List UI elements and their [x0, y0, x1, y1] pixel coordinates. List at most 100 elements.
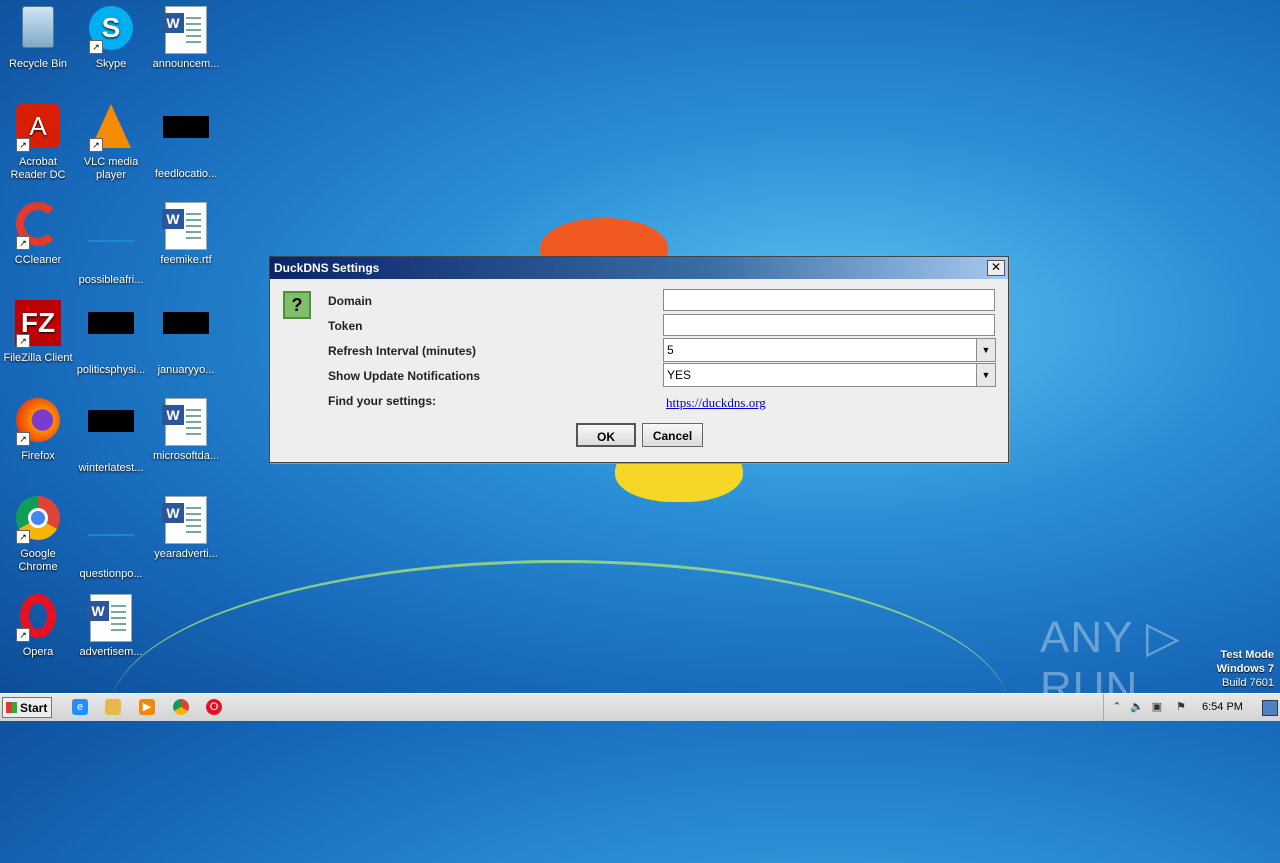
cancel-button[interactable]: Cancel	[642, 423, 703, 447]
icon-label: feemike.rtf	[160, 254, 212, 266]
taskbar: Start e ▶ O ⌃ 🔈 ▣ ⚑ 6:54 PM	[0, 693, 1280, 721]
windows-flag-icon	[6, 702, 17, 713]
system-tray: ⌃ 🔈 ▣ ⚑ 6:54 PM	[1103, 694, 1280, 721]
desktop-icon-recycle-bin[interactable]: Recycle Bin	[0, 6, 76, 71]
domain-label: Domain	[328, 294, 373, 308]
word-document-icon: W	[162, 6, 210, 54]
icon-label: politicsphysi...	[76, 364, 146, 376]
file-icon	[87, 410, 135, 458]
file-icon	[162, 116, 210, 164]
refresh-interval-value: 5	[667, 343, 674, 357]
desktop-icon-advertisem[interactable]: W advertisem...	[73, 594, 149, 659]
dialog-titlebar[interactable]: DuckDNS Settings ✕	[270, 257, 1008, 279]
build-line: Build 7601	[1222, 677, 1274, 689]
icon-label: Recycle Bin	[8, 58, 68, 70]
icon-label: winterlatest...	[78, 462, 144, 474]
desktop-icon-chrome[interactable]: ↗ Google Chrome	[0, 496, 76, 574]
desktop-icon-skype[interactable]: S ↗ Skype	[73, 6, 149, 71]
opera-icon: ↗	[14, 594, 62, 642]
icon-label: FileZilla Client	[3, 352, 73, 364]
find-settings-label: Find your settings:	[328, 394, 436, 408]
start-button[interactable]: Start	[2, 697, 52, 718]
icon-label: possibleafri...	[78, 274, 144, 286]
clock[interactable]: 6:54 PM	[1202, 701, 1243, 713]
refresh-interval-label: Refresh Interval (minutes)	[328, 344, 477, 358]
desktop-icon-ccleaner[interactable]: ↗ CCleaner	[0, 202, 76, 267]
icon-label: januaryyo...	[157, 364, 215, 376]
show-desktop-icon[interactable]	[1262, 700, 1278, 716]
refresh-interval-select[interactable]: 5 ▼	[663, 338, 996, 362]
desktop-icon-questionpo[interactable]: questionpo...	[73, 496, 149, 581]
desktop-icon-microsoftda[interactable]: W microsoftda...	[148, 398, 224, 463]
word-document-icon: W	[162, 398, 210, 446]
icon-label: advertisem...	[79, 646, 143, 658]
media-player-icon[interactable]: ▶	[139, 699, 155, 715]
internet-explorer-icon[interactable]: e	[72, 699, 88, 715]
firefox-icon: ↗	[14, 398, 62, 446]
desktop-icon-possibleafri[interactable]: possibleafri...	[73, 202, 149, 287]
file-icon	[87, 222, 135, 270]
icon-label: CCleaner	[14, 254, 62, 266]
close-button[interactable]: ✕	[987, 260, 1005, 276]
network-icon[interactable]: ▣	[1150, 700, 1164, 714]
desktop-icon-januaryyo[interactable]: januaryyo...	[148, 300, 224, 377]
desktop-icon-firefox[interactable]: ↗ Firefox	[0, 398, 76, 463]
ok-button[interactable]: OK	[576, 423, 636, 447]
folder-icon[interactable]	[105, 699, 121, 715]
icon-label: microsoftda...	[152, 450, 220, 462]
desktop-icon-winterlatest[interactable]: winterlatest...	[73, 398, 149, 475]
icon-label: Google Chrome	[18, 548, 58, 573]
word-document-icon: W	[162, 496, 210, 544]
icon-label: VLC media player	[83, 156, 139, 181]
dialog-title: DuckDNS Settings	[274, 261, 380, 275]
desktop-icon-vlc[interactable]: ↗ VLC media player	[73, 104, 149, 182]
start-label: Start	[20, 701, 48, 715]
show-hidden-icons-icon[interactable]: ⌃	[1110, 700, 1124, 714]
opera-icon[interactable]: O	[206, 699, 222, 715]
chrome-icon: ↗	[14, 496, 62, 544]
action-center-flag-icon[interactable]: ⚑	[1174, 700, 1188, 714]
icon-label: yearadverti...	[154, 548, 218, 560]
chrome-icon[interactable]	[173, 699, 189, 715]
desktop-icon-acrobat[interactable]: A ↗ Acrobat Reader DC	[0, 104, 76, 182]
question-icon: ?	[283, 291, 311, 319]
chevron-down-icon[interactable]: ▼	[976, 339, 995, 361]
show-notifications-value: YES	[667, 368, 692, 382]
ccleaner-icon: ↗	[14, 202, 62, 250]
icon-label: Skype	[95, 58, 127, 70]
desktop-icon-politicsphysi[interactable]: politicsphysi...	[73, 300, 149, 377]
vlc-icon: ↗	[87, 104, 135, 152]
test-mode-text: Test Mode Windows 7 Build 7601	[1217, 648, 1274, 690]
duckdns-settings-dialog: DuckDNS Settings ✕ ? Domain Token Refres…	[269, 256, 1009, 463]
desktop-icon-filezilla[interactable]: FZ ↗ FileZilla Client	[0, 300, 76, 365]
skype-icon: S ↗	[87, 6, 135, 54]
desktop-icon-feedlocatio[interactable]: feedlocatio...	[148, 104, 224, 181]
desktop-icon-yearadverti[interactable]: W yearadverti...	[148, 496, 224, 561]
icon-label: Opera	[22, 646, 54, 658]
word-document-icon: W	[87, 594, 135, 642]
icon-label: questionpo...	[79, 568, 143, 580]
windows-version-line: Windows 7	[1216, 663, 1274, 675]
recycle-bin-icon	[14, 6, 62, 54]
chevron-down-icon[interactable]: ▼	[976, 364, 995, 386]
token-label: Token	[328, 319, 363, 333]
acrobat-icon: A ↗	[14, 104, 62, 152]
show-notifications-select[interactable]: YES ▼	[663, 363, 996, 387]
file-icon	[162, 312, 210, 360]
word-document-icon: W	[162, 202, 210, 250]
token-input[interactable]	[663, 314, 995, 336]
duckdns-link[interactable]: https://duckdns.org	[666, 395, 766, 411]
icon-label: Acrobat Reader DC	[10, 156, 66, 181]
filezilla-icon: FZ ↗	[14, 300, 62, 348]
icon-label: announcem...	[152, 58, 220, 70]
volume-icon[interactable]: 🔈	[1130, 700, 1144, 714]
desktop-icon-feemike[interactable]: W feemike.rtf	[148, 202, 224, 267]
desktop-icon-announcem[interactable]: W announcem...	[148, 6, 224, 71]
domain-input[interactable]	[663, 289, 995, 311]
file-icon	[87, 312, 135, 360]
desktop-icon-opera[interactable]: ↗ Opera	[0, 594, 76, 659]
file-icon	[87, 516, 135, 564]
show-notifications-label: Show Update Notifications	[328, 369, 481, 383]
icon-label: feedlocatio...	[154, 168, 218, 180]
icon-label: Firefox	[21, 450, 55, 462]
